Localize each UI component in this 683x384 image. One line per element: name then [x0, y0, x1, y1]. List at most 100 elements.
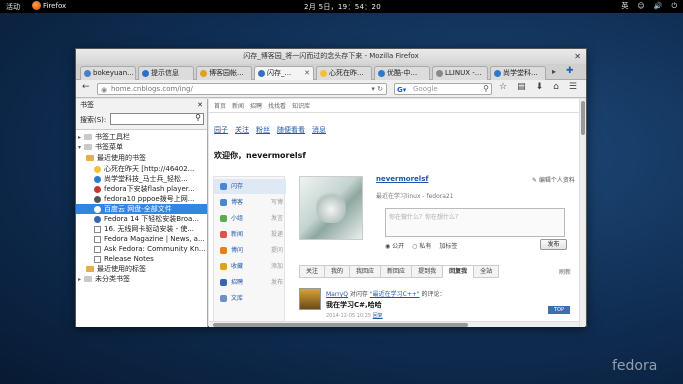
bookmark-folder[interactable]: ▸ 未分类书签	[78, 274, 208, 284]
bookmark-item[interactable]: Release Notes	[94, 254, 224, 264]
tab-replies-to-me[interactable]: 回复我	[442, 265, 474, 278]
publish-button[interactable]: 发布	[540, 239, 567, 250]
link-kb[interactable]: 知识库	[292, 101, 310, 110]
menu-item-library[interactable]: 文库	[214, 291, 286, 306]
clock[interactable]: 2月 5日，19：54：20	[304, 2, 381, 12]
browser-tab[interactable]: LLINUX -...	[432, 66, 488, 80]
to-top-button[interactable]: TOP	[548, 306, 570, 314]
star-icon[interactable]: ☆	[499, 82, 507, 92]
bookmark-item[interactable]: Fedora Magazine | News, a...	[94, 234, 224, 244]
group-icon	[220, 215, 227, 222]
commenter-link[interactable]: MarryQ	[326, 291, 348, 298]
radio-private[interactable]: ○ 私有	[412, 241, 431, 250]
close-icon[interactable]: ✕	[574, 49, 581, 64]
browser-tab[interactable]: 提示信息	[138, 66, 194, 80]
google-icon[interactable]: G▾	[397, 85, 406, 95]
search-input[interactable]: G▾ Google ⚲	[394, 83, 492, 95]
bookmark-item[interactable]: fedora下安装flash player...	[94, 184, 224, 194]
link-search[interactable]: 找找看	[268, 101, 286, 110]
system-tray[interactable]: 英 ☺ 🔊 ⏻	[621, 1, 677, 11]
scroll-thumb[interactable]	[581, 101, 585, 135]
tab-my-replies[interactable]: 我回应	[349, 265, 381, 278]
accessibility-icon[interactable]: ☺	[637, 2, 644, 10]
tab-all-site[interactable]: 全站	[473, 265, 500, 278]
commenter-avatar[interactable]	[299, 288, 321, 310]
menu-item-ing[interactable]: 闪存	[214, 179, 286, 194]
bookmark-folder[interactable]: ▸ 书签工具栏	[78, 132, 208, 142]
bookmark-folder[interactable]: ▾ 书签菜单	[78, 142, 208, 152]
url-bar[interactable]: ◉ home.cnblogs.com/ing/ ▾ ↻	[97, 83, 387, 95]
power-icon[interactable]: ⏻	[671, 2, 677, 11]
bookmark-item[interactable]: 尚学堂科技_马士兵_轻松...	[94, 174, 224, 184]
avatar[interactable]	[299, 176, 363, 240]
bookmark-item[interactable]: Ask Fedora: Community Kn...	[94, 244, 224, 254]
edit-profile-link[interactable]: ✎ 编辑个人资料	[532, 175, 575, 184]
window-titlebar[interactable]: 闪存_博客园_将一闪而过的念头存下来 - Mozilla Firefox ✕	[76, 49, 586, 64]
bookmark-folder[interactable]: 最近使用的标签	[86, 264, 216, 274]
menu-item-favorites[interactable]: 收藏 添加	[214, 259, 286, 274]
scroll-thumb[interactable]	[213, 323, 468, 327]
link-followers[interactable]: 粉丝	[256, 125, 270, 135]
username-link[interactable]: nevermorelsf	[376, 175, 428, 183]
tab-new-replies[interactable]: 新回应	[380, 265, 412, 278]
menu-item-group[interactable]: 小组 发言	[214, 211, 286, 226]
tab-following[interactable]: 关注	[299, 265, 325, 278]
link-home[interactable]: 首页	[214, 101, 226, 110]
home-icon[interactable]: ⌂	[553, 82, 559, 92]
activities-button[interactable]: 活动	[6, 2, 20, 12]
clipboard-icon[interactable]: ▤	[517, 82, 526, 92]
app-menu[interactable]: Firefox	[32, 1, 66, 10]
browser-tab[interactable]: 优酷-中...	[374, 66, 430, 80]
bookmark-item-selected[interactable]: 百度云 网盘-全部文件	[76, 204, 207, 214]
post-textarea[interactable]: 你在做什么？你在想什么？	[385, 208, 565, 237]
link-news[interactable]: 新闻	[232, 101, 244, 110]
menu-item-jobs[interactable]: 招聘 发布	[214, 275, 286, 290]
close-tab-icon[interactable]: ✕	[304, 67, 310, 80]
dropdown-reload-icon[interactable]: ▾ ↻	[371, 84, 383, 94]
menu-icon[interactable]: ☰	[569, 82, 577, 92]
download-icon[interactable]: ⬇	[536, 82, 544, 92]
link-following[interactable]: 关注	[235, 125, 249, 135]
volume-icon[interactable]: 🔊	[654, 2, 663, 10]
tab-mine[interactable]: 我的	[324, 265, 350, 278]
link-jobs[interactable]: 招聘	[250, 101, 262, 110]
menu-item-question[interactable]: 博问 提问	[214, 243, 286, 258]
browser-tab[interactable]: 尚学堂科...	[490, 66, 546, 80]
menu-item-news[interactable]: 新闻 投递	[214, 227, 286, 242]
refresh-link[interactable]: 刷新	[559, 267, 571, 276]
link-browse[interactable]: 随便看看	[277, 125, 305, 135]
input-method-indicator[interactable]: 英	[621, 1, 628, 11]
browser-tab-active[interactable]: 闪存_... ✕	[254, 66, 314, 80]
browser-tab[interactable]: bokeyuan...	[80, 66, 136, 80]
tab-mentions[interactable]: 提到我	[411, 265, 443, 278]
feed-item: MarryQ 对闪存 "最近在学习C++" 的评论： 我在学习C#,哈哈 201…	[299, 286, 575, 326]
new-tab-icon[interactable]: ✚	[566, 66, 574, 76]
bookmark-item[interactable]: 16. 无线网卡驱动安装 - 使...	[94, 224, 224, 234]
vertical-scrollbar[interactable]	[579, 99, 585, 327]
bookmarks-sidebar: 书签 ✕ 搜索(S): ⚲ ▸ 书签工具栏 ▾ 书签菜单 最近使用的书签 心死在昨天…	[76, 99, 208, 327]
link-garden[interactable]: 园子	[214, 125, 228, 135]
shield-icon	[94, 185, 101, 193]
link-messages[interactable]: 消息	[312, 125, 326, 135]
user-status: 最近在学习linux - fedora21	[376, 193, 454, 200]
bookmark-search-input[interactable]: ⚲	[110, 113, 204, 125]
search-icon[interactable]: ⚲	[483, 84, 489, 94]
reply-link[interactable]: 回复	[373, 313, 383, 319]
browser-tab[interactable]: 博客园帐...	[196, 66, 252, 80]
browser-tab[interactable]: 心死在昨...	[316, 66, 372, 80]
top-bar: 活动 Firefox 2月 5日，19：54：20 英 ☺ 🔊 ⏻	[0, 0, 683, 13]
site-icon	[94, 215, 101, 223]
menu-item-blog[interactable]: 博客 写博	[214, 195, 286, 210]
bookmark-item[interactable]: fedora10 pppoe拨号上网...	[94, 194, 224, 204]
close-icon[interactable]: ✕	[197, 99, 203, 111]
tab-scroll-right-icon[interactable]: ▸	[552, 67, 556, 76]
radio-public[interactable]: ◉ 公开	[385, 241, 404, 250]
quoted-post-link[interactable]: "最近在学习C++"	[370, 291, 420, 298]
back-arrow-icon[interactable]: ←	[82, 82, 90, 92]
add-tag-link[interactable]: 加标签	[439, 241, 457, 250]
bookmark-folder[interactable]: 最近使用的书签	[86, 153, 216, 163]
window-title: 闪存_博客园_将一闪而过的念头存下来 - Mozilla Firefox	[243, 52, 419, 60]
bookmark-item[interactable]: 心死在昨天 [http://46402...	[94, 164, 224, 174]
bookmark-item[interactable]: Fedora 14 下轻松安装Broa...	[94, 214, 224, 224]
horizontal-scrollbar[interactable]	[209, 321, 579, 327]
